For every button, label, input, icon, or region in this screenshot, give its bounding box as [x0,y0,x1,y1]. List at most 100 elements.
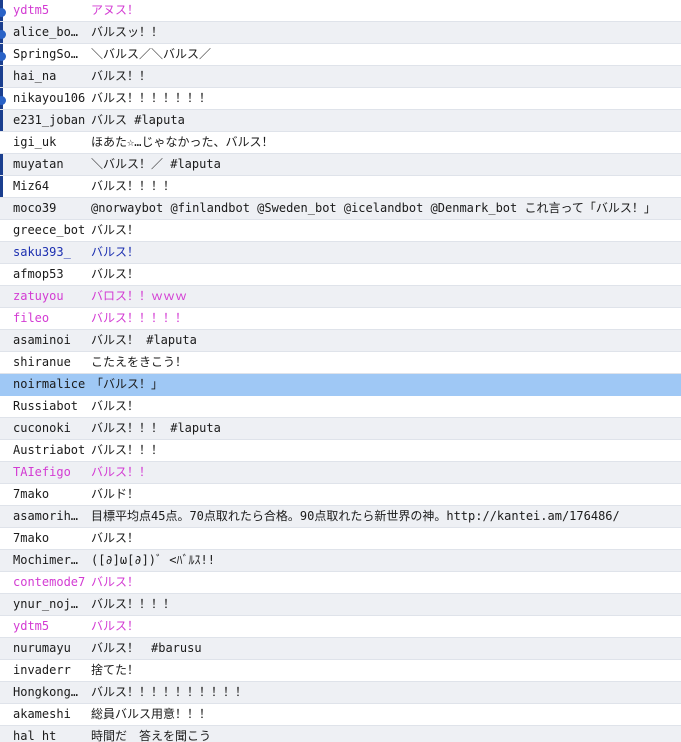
tweet-username[interactable]: e231_joban [13,110,87,131]
tweet-row[interactable]: asaminoi バルス！ #laputa [0,330,681,352]
tweet-row[interactable]: Mochimer… ([∂]ω[∂])ﾞ <ﾊﾞﾙｽ!! [0,550,681,572]
tweet-username[interactable]: ydtm5 [13,616,87,637]
tweet-text: バルス！ #barusu [91,641,202,655]
tweet-row[interactable]: 7mako バルス！ [0,528,681,550]
tweet-row[interactable]: nurumayu バルス！ #barusu [0,638,681,660]
tweet-username[interactable]: ydtm5 [13,0,87,21]
tweet-row[interactable]: ydtm5 アヌス！ [0,0,681,22]
tweet-text: バロス！！ｗｗｗ [91,289,188,303]
tweet-text: ([∂]ω[∂])ﾞ <ﾊﾞﾙｽ!! [91,553,215,567]
tweet-username[interactable]: Austriabot [13,440,87,461]
tweet-text: 捨てた！ [91,663,140,677]
tweet-username[interactable]: igi_uk [13,132,87,153]
tweet-username[interactable]: TAIefigo [13,462,87,483]
tweet-row[interactable]: e231_joban バルス #laputa [0,110,681,132]
tweet-row[interactable]: ynur_noj… バルス！！！！ [0,594,681,616]
tweet-text: 「バルス！」 [91,377,164,391]
tweet-row[interactable]: asamorih… 目標平均点45点。70点取れたら合格。90点取れたら新世界の神… [0,506,681,528]
tweet-row[interactable]: akameshi 総員バルス用意！！！ [0,704,681,726]
tweet-username[interactable]: Hongkong… [13,682,87,703]
tweet-username[interactable]: noirmalice [13,374,87,395]
tweet-text: こたえをきこう！ [91,355,188,369]
tweet-text: バルス！！ [91,465,152,479]
tweet-row[interactable]: igi_uk ほあた☆…じゃなかった、バルス！ [0,132,681,154]
tweet-username[interactable]: contemode7 [13,572,87,593]
tweet-username[interactable]: 7mako [13,484,87,505]
reply-indicator-icon [0,52,6,61]
reply-indicator-icon [0,96,6,105]
tweet-row[interactable]: muyatan ＼バルス！／ #laputa [0,154,681,176]
tweet-row[interactable]: ydtm5 バルス！ [0,616,681,638]
tweet-row[interactable]: cuconoki バルス！！！ #laputa [0,418,681,440]
tweet-text: 目標平均点45点。70点取れたら合格。90点取れたら新世界の神。http://k… [91,509,620,523]
tweet-row[interactable]: fileo バルス！！！！！ [0,308,681,330]
tweet-text: バルス #laputa [91,113,185,127]
tweet-text: バルス！！ [91,69,152,83]
tweet-row[interactable]: 7mako バルド！ [0,484,681,506]
tweet-row-selected[interactable]: noirmalice 「バルス！」 [0,374,681,396]
tweet-row[interactable]: Hongkong… バルス！！！！！！！！！！ [0,682,681,704]
tweet-text: ＼バルス！／ #laputa [91,157,221,171]
tweet-row[interactable]: shiranue こたえをきこう！ [0,352,681,374]
tweet-username[interactable]: akameshi [13,704,87,725]
tweet-text: ほあた☆…じゃなかった、バルス！ [91,135,274,149]
tweet-row[interactable]: contemode7 バルス！ [0,572,681,594]
tweet-username[interactable]: hai_na [13,66,87,87]
tweet-username[interactable]: asamorih… [13,506,87,527]
tweet-username[interactable]: invaderr [13,660,87,681]
tweet-row[interactable]: alice_bo… バルスッ！！ [0,22,681,44]
tweet-username[interactable]: zatuyou [13,286,87,307]
tweet-text: バルス！ [91,399,140,413]
tweet-text: バルス！ [91,575,140,589]
tweet-text: @norwaybot @finlandbot @Sweden_bot @icel… [91,201,656,215]
tweet-username[interactable]: asaminoi [13,330,87,351]
tweet-row[interactable]: invaderr 捨てた！ [0,660,681,682]
tweet-row[interactable]: saku393_ バルス！ [0,242,681,264]
tweet-username[interactable]: nikayou106 [13,88,87,109]
tweet-row[interactable]: Miz64 バルス！！！！ [0,176,681,198]
tweet-row[interactable]: afmop53 バルス！ [0,264,681,286]
tweet-username[interactable]: 7mako [13,528,87,549]
tweet-timeline[interactable]: ydtm5 アヌス！ alice_bo… バルスッ！！ SpringSo… ＼バルス／＼バ… [0,0,681,742]
tweet-text: バルス！！！！！！！ [91,91,212,105]
tweet-row[interactable]: hal_ht 時間だ 答えを聞こう [0,726,681,742]
tweet-username[interactable]: shiranue [13,352,87,373]
tweet-username[interactable]: ynur_noj… [13,594,87,615]
tweet-username[interactable]: moco39 [13,198,87,219]
tweet-text: バルス！！！ [91,443,164,457]
tweet-text: バルド！ [91,487,140,501]
tweet-username[interactable]: nurumayu [13,638,87,659]
tweet-username[interactable]: muyatan [13,154,87,175]
tweet-text: バルス！ [91,223,140,237]
tweet-row[interactable]: zatuyou バロス！！ｗｗｗ [0,286,681,308]
row-marker [0,176,3,197]
tweet-row[interactable]: Austriabot バルス！！！ [0,440,681,462]
tweet-username[interactable]: greece_bot [13,220,87,241]
tweet-username[interactable]: hal_ht [13,726,87,742]
tweet-username[interactable]: saku393_ [13,242,87,263]
reply-indicator-icon [0,30,6,39]
tweet-username[interactable]: alice_bo… [13,22,87,43]
tweet-username[interactable]: Mochimer… [13,550,87,571]
tweet-username[interactable]: cuconoki [13,418,87,439]
tweet-row[interactable]: moco39 @norwaybot @finlandbot @Sweden_bot… [0,198,681,220]
reply-indicator-icon [0,8,6,17]
tweet-row[interactable]: nikayou106 バルス！！！！！！！ [0,88,681,110]
tweet-username[interactable]: Russiabot [13,396,87,417]
tweet-text: バルス！！！！ [91,597,176,611]
tweet-text: バルス！ [91,531,140,545]
tweet-list: ydtm5 アヌス！ alice_bo… バルスッ！！ SpringSo… ＼バルス／＼バ… [0,0,681,742]
tweet-text: バルス！ [91,619,140,633]
tweet-username[interactable]: SpringSo… [13,44,87,65]
tweet-row[interactable]: SpringSo… ＼バルス／＼バルス／ [0,44,681,66]
tweet-text: バルス！！！！！ [91,311,188,325]
tweet-row[interactable]: hai_na バルス！！ [0,66,681,88]
tweet-username[interactable]: Miz64 [13,176,87,197]
tweet-text: バルス！！！！ [91,179,176,193]
tweet-text: バルス！！！！！！！！！！ [91,685,248,699]
tweet-row[interactable]: TAIefigo バルス！！ [0,462,681,484]
tweet-username[interactable]: fileo [13,308,87,329]
tweet-username[interactable]: afmop53 [13,264,87,285]
tweet-row[interactable]: Russiabot バルス！ [0,396,681,418]
tweet-row[interactable]: greece_bot バルス！ [0,220,681,242]
